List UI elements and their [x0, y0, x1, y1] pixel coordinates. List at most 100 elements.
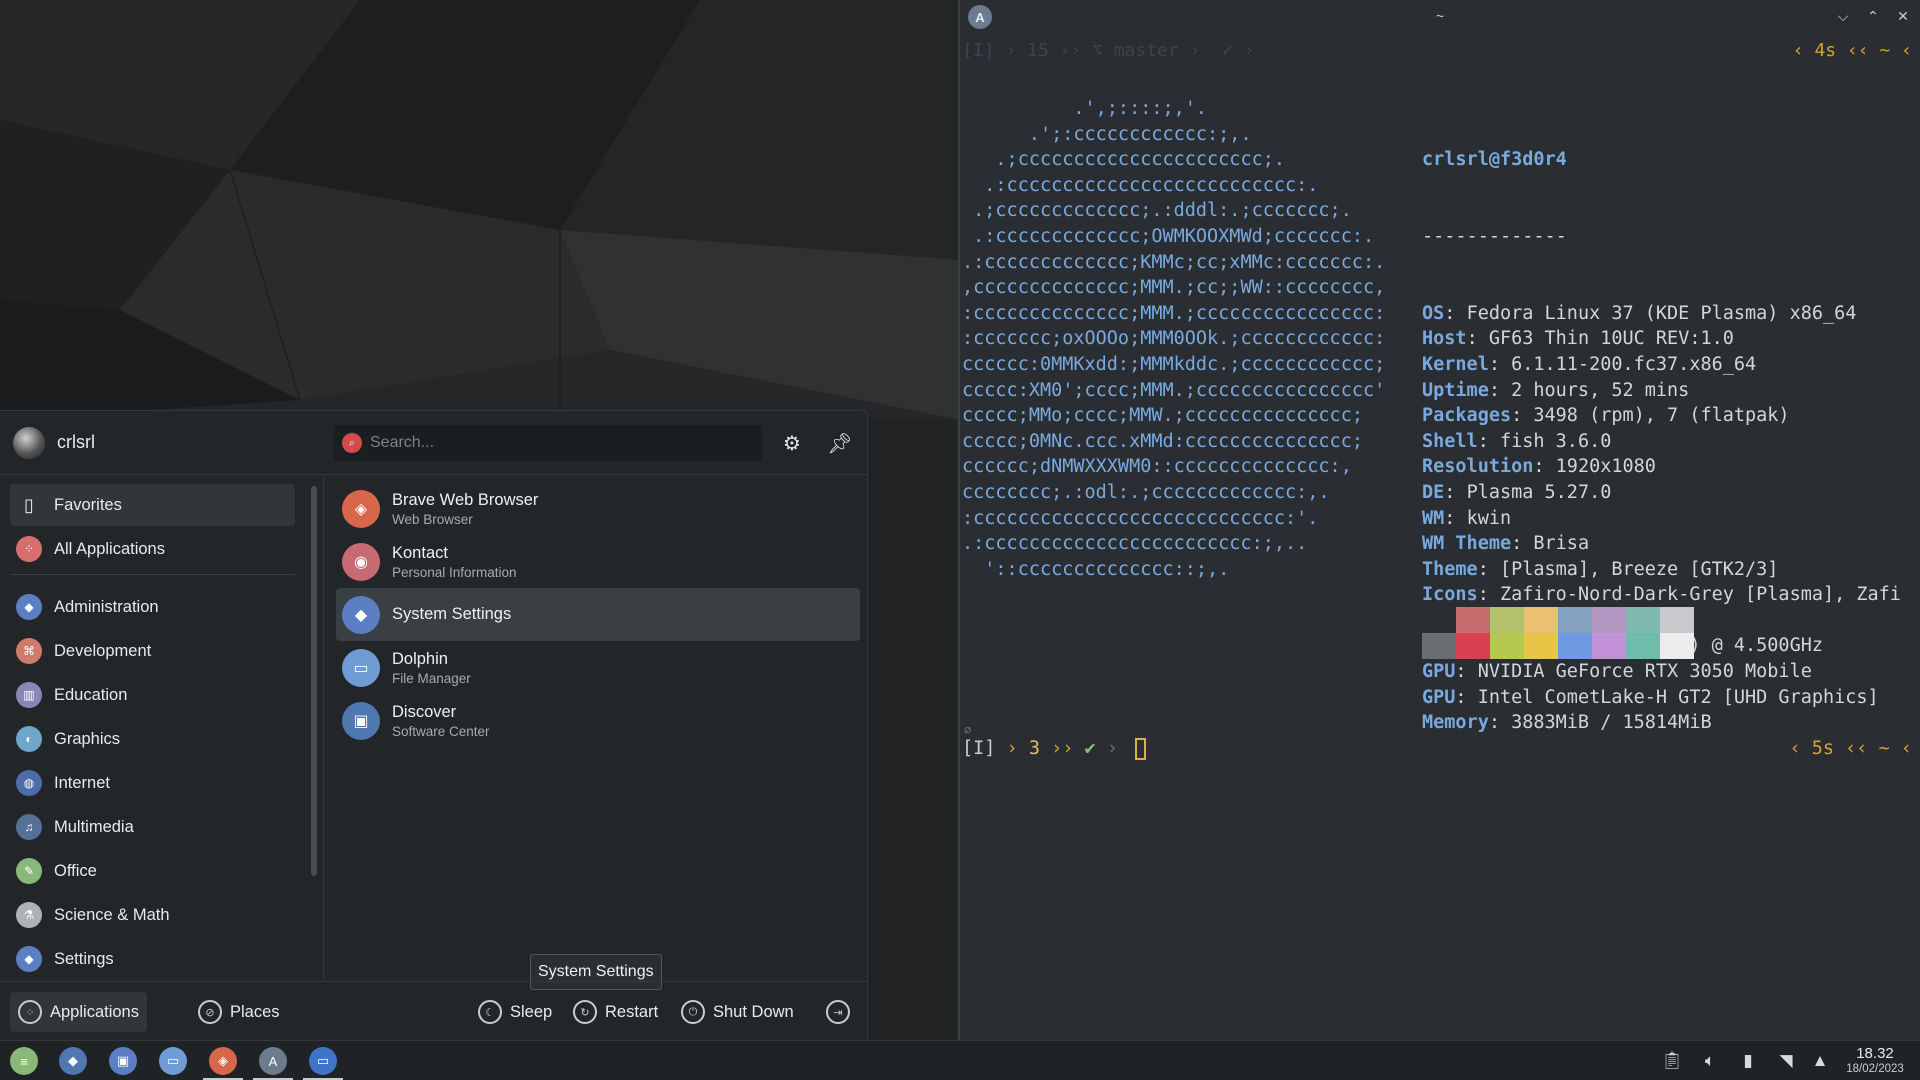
category-label: Administration [54, 597, 159, 616]
volume-icon[interactable]: 🔈︎ [1698, 1049, 1722, 1073]
color-swatch [1660, 607, 1694, 633]
close-button[interactable]: ✕ [1894, 6, 1912, 26]
folder-icon: ▭ [159, 1047, 187, 1075]
terminal-window[interactable]: A ~ ⌵ ⌃ ✕ [I] › 15 ›› ⌥ master › ✓ › ‹ 4… [958, 0, 1920, 1040]
taskbar-alacritty-button[interactable]: A [249, 1041, 297, 1080]
category-graphics[interactable]: ◐ Graphics [10, 718, 295, 760]
taskbar-system-settings-button[interactable]: ◆ [49, 1041, 97, 1080]
info-key: GPU [1422, 686, 1456, 708]
info-key: GPU [1422, 661, 1456, 683]
monitor-icon: ▭ [309, 1047, 337, 1075]
info-value: NVIDIA GeForce RTX 3050 Mobile [1477, 661, 1812, 683]
maximize-button[interactable]: ⌃ [1864, 6, 1882, 26]
search-box[interactable]: ⌕ [334, 425, 762, 461]
system-settings-icon: ◆ [59, 1047, 87, 1075]
info-row: Icons: Zafiro-Nord-Dark-Grey [Plasma], Z… [1422, 584, 1901, 606]
category-office[interactable]: ✎ Office [10, 850, 295, 892]
previous-prompt-duration: ‹ 4s ‹‹ ~ ‹ [1792, 40, 1912, 61]
category-education[interactable]: ▥ Education [10, 674, 295, 716]
category-label: Science & Math [54, 905, 170, 924]
books-icon: ▥ [16, 682, 42, 708]
info-value: 3883MiB / 15814MiB [1511, 712, 1712, 734]
vi-mode-indicator: [I] [962, 738, 996, 759]
taskbar-app-launcher-button[interactable]: ≡ [0, 1041, 48, 1080]
discover-icon: ▣ [342, 701, 380, 740]
app-item-system-settings[interactable]: ◆ System Settings [336, 588, 860, 641]
info-value: Zafiro-Nord-Dark-Grey [Plasma], Zafi [1499, 584, 1901, 606]
app-item-dolphin[interactable]: ▭ Dolphin File Manager [336, 641, 860, 694]
settings-diamond-icon: ◆ [16, 946, 42, 972]
tab-places[interactable]: ⊘ Places [190, 992, 288, 1032]
category-development[interactable]: ⌘ Development [10, 630, 295, 672]
scrollbar[interactable] [311, 486, 317, 876]
logo-line: .;ccccccccccccc;.:dddl:.;ccccccc;. [962, 200, 1352, 222]
category-multimedia[interactable]: ♫ Multimedia [10, 806, 295, 848]
tab-applications[interactable]: ⁘ Applications [10, 992, 147, 1032]
app-item-kontact[interactable]: ◉ Kontact Personal Information [336, 535, 860, 588]
color-swatch [1592, 633, 1626, 659]
settings-diamond-icon: ◆ [16, 594, 42, 620]
app-item-discover[interactable]: ▣ Discover Software Center [336, 694, 860, 747]
app-name: Discover [392, 702, 457, 721]
media-icon: ♫ [16, 814, 42, 840]
info-row: WM Theme: Brisa [1422, 533, 1590, 555]
window-title: ~ [1435, 8, 1445, 24]
code-icon: ⌘ [16, 638, 42, 664]
shutdown-button[interactable]: ⏻ Shut Down [673, 992, 802, 1032]
leave-button[interactable]: ⇥ [818, 992, 858, 1032]
terminal-cursor [1135, 738, 1147, 760]
logo-line: :ccccccc;oxOOOo;MMM0OOk.;cccccccccccc: [962, 328, 1386, 350]
info-value: [Plasma], Breeze [GTK2/3] [1499, 558, 1779, 580]
wifi-icon[interactable]: ◥ [1774, 1049, 1798, 1073]
pin-icon[interactable]: 📌︎ [826, 429, 854, 457]
logo-line: cccccc:0MMKxdd:;MMMkddc.;cccccccccccc; [962, 353, 1386, 375]
taskbar-folder-button[interactable]: ▭ [149, 1041, 197, 1080]
category-internet[interactable]: ◍ Internet [10, 762, 295, 804]
info-row: Host: GF63 Thin 10UC REV:1.0 [1422, 328, 1734, 350]
category-settings[interactable]: ◆ Settings [10, 938, 295, 980]
category-label: Favorites [54, 495, 122, 514]
grid-icon: ⁘ [16, 536, 42, 562]
color-swatch [1422, 607, 1456, 633]
terminal-titlebar[interactable]: A ~ ⌵ ⌃ ✕ [960, 0, 1920, 34]
minimize-button[interactable]: ⌵ [1834, 6, 1852, 26]
sleep-button[interactable]: ☾ Sleep [470, 992, 560, 1032]
info-row: GPU: Intel CometLake-H GT2 [UHD Graphics… [1422, 686, 1879, 708]
color-swatch [1524, 607, 1558, 633]
clipboard-icon[interactable]: 📋︎ [1660, 1049, 1684, 1073]
search-input[interactable] [370, 434, 750, 452]
restart-button[interactable]: ↻ Restart [565, 992, 666, 1032]
clock-date: 18/02/2023 [1846, 1063, 1904, 1075]
clock[interactable]: 18.32 18/02/2023 [1840, 1045, 1910, 1075]
info-value: 6.1.11-200.fc37.x86_64 [1511, 353, 1757, 375]
logo-line: cccccc;dNMWXXXWM0::cccccccccccccc:, [962, 456, 1352, 478]
clock-time: 18.32 [1856, 1045, 1894, 1062]
favorites-list[interactable]: ◈ Brave Web Browser Web Browser ◉ Kontact Per… [334, 476, 864, 981]
application-launcher[interactable]: crlsrl ⌕ ⚙ 📌︎ ▯ Favorites ⁘ All Application… [0, 410, 868, 1040]
tab-label: Applications [50, 1002, 139, 1021]
taskbar-brave-button[interactable]: ◈ [199, 1041, 247, 1080]
category-all-applications[interactable]: ⁘ All Applications [10, 528, 295, 570]
app-item-brave-web-browser[interactable]: ◈ Brave Web Browser Web Browser [336, 482, 860, 535]
flask-icon: ⚗ [16, 902, 42, 928]
battery-icon[interactable]: ▮ [1736, 1049, 1760, 1073]
divider [10, 574, 295, 575]
logo-line: .:ccccccccccccc;KMMc;cc;xMMc:ccccccc:. [962, 251, 1386, 273]
category-science-math[interactable]: ⚗ Science & Math [10, 894, 295, 936]
taskbar-discover-button[interactable]: ▣ [99, 1041, 147, 1080]
search-icon: ⌕ [342, 433, 362, 453]
info-value: kwin [1466, 507, 1512, 529]
shell-prompt[interactable]: [I] › 3 ›› ✔ › [962, 736, 1147, 762]
avatar[interactable] [13, 426, 45, 459]
category-list[interactable]: ▯ Favorites ⁘ All Applications ◆ Administrati… [0, 476, 324, 981]
tab-label: Places [230, 1002, 280, 1021]
app-description: Personal Information [392, 564, 517, 580]
grid-icon: ⁘ [18, 1000, 42, 1024]
prompt-count: 3 [1028, 738, 1040, 759]
taskbar-monitor-button[interactable]: ▭ [299, 1041, 347, 1080]
expand-tray-icon[interactable]: ▲ [1808, 1049, 1832, 1073]
info-row: Shell: fish 3.6.0 [1422, 430, 1612, 452]
category-administration[interactable]: ◆ Administration [10, 586, 295, 628]
configure-gear-icon[interactable]: ⚙ [778, 429, 806, 457]
category-favorites[interactable]: ▯ Favorites [10, 484, 295, 526]
